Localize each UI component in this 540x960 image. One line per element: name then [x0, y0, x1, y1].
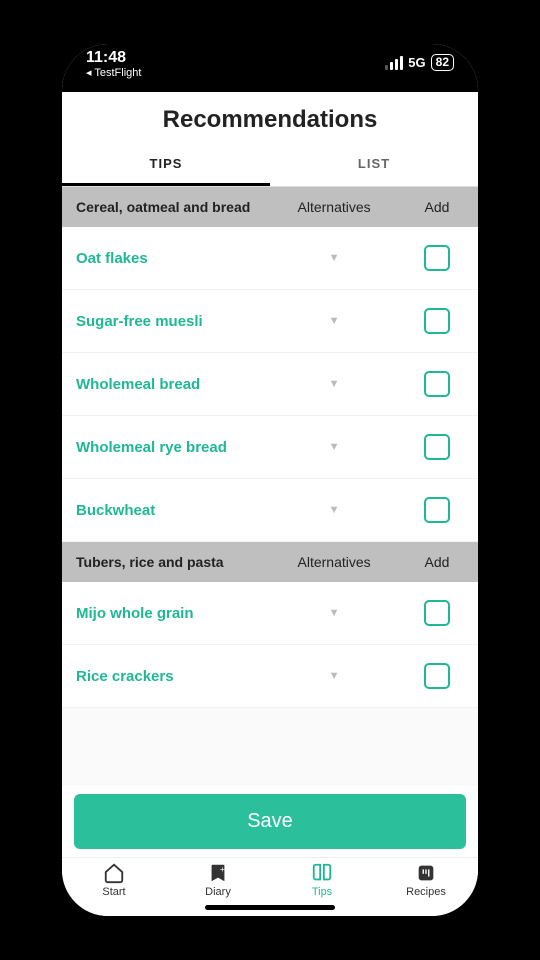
- list-item[interactable]: Sugar-free muesli ▼: [62, 290, 478, 353]
- item-name: Mijo whole grain: [76, 605, 258, 622]
- add-checkbox[interactable]: [424, 600, 450, 626]
- add-checkbox[interactable]: [424, 497, 450, 523]
- chevron-down-icon[interactable]: ▼: [258, 315, 410, 327]
- save-button[interactable]: Save: [74, 794, 466, 849]
- nav-label: Diary: [205, 886, 231, 898]
- chevron-down-icon[interactable]: ▼: [258, 378, 410, 390]
- nav-label: Recipes: [406, 886, 446, 898]
- page-title: Recommendations: [62, 106, 478, 134]
- chevron-down-icon[interactable]: ▼: [258, 504, 410, 516]
- item-name: Oat flakes: [76, 250, 258, 267]
- chevron-down-icon[interactable]: ▼: [258, 670, 410, 682]
- status-back-app[interactable]: ◂ TestFlight: [86, 68, 141, 79]
- add-checkbox[interactable]: [424, 663, 450, 689]
- tab-bar: TIPS LIST: [62, 144, 478, 187]
- col-add: Add: [410, 554, 464, 570]
- status-time: 11:48: [86, 50, 141, 66]
- col-alternatives: Alternatives: [258, 554, 410, 570]
- header: Recommendations: [62, 92, 478, 144]
- battery-label: 82: [431, 54, 454, 71]
- nav-diary[interactable]: + Diary: [166, 862, 270, 898]
- tab-tips[interactable]: TIPS: [62, 144, 270, 186]
- item-name: Sugar-free muesli: [76, 313, 258, 330]
- item-name: Rice crackers: [76, 668, 258, 685]
- list-item[interactable]: Oat flakes ▼: [62, 227, 478, 290]
- list-item[interactable]: Buckwheat ▼: [62, 479, 478, 542]
- signal-icon: [385, 56, 403, 70]
- section-title: Tubers, rice and pasta: [76, 554, 258, 570]
- nav-label: Start: [102, 886, 125, 898]
- content-scroll[interactable]: Cereal, oatmeal and bread Alternatives A…: [62, 187, 478, 786]
- col-add: Add: [410, 199, 464, 215]
- network-label: 5G: [408, 55, 425, 70]
- add-checkbox[interactable]: [424, 371, 450, 397]
- nav-start[interactable]: Start: [62, 862, 166, 898]
- section-title: Cereal, oatmeal and bread: [76, 199, 258, 215]
- add-checkbox[interactable]: [424, 434, 450, 460]
- nav-label: Tips: [312, 886, 332, 898]
- utensils-icon: [414, 862, 438, 884]
- tab-list[interactable]: LIST: [270, 144, 478, 186]
- bookmark-icon: +: [206, 862, 230, 884]
- home-indicator[interactable]: [205, 905, 335, 910]
- chevron-down-icon[interactable]: ▼: [258, 607, 410, 619]
- add-checkbox[interactable]: [424, 308, 450, 334]
- item-name: Wholemeal bread: [76, 376, 258, 393]
- chevron-down-icon[interactable]: ▼: [258, 441, 410, 453]
- list-item[interactable]: Wholemeal bread ▼: [62, 353, 478, 416]
- col-alternatives: Alternatives: [258, 199, 410, 215]
- item-name: Buckwheat: [76, 502, 258, 519]
- svg-text:+: +: [220, 865, 225, 874]
- section-header: Tubers, rice and pasta Alternatives Add: [62, 542, 478, 582]
- nav-recipes[interactable]: Recipes: [374, 862, 478, 898]
- home-icon: [102, 862, 126, 884]
- list-item[interactable]: Rice crackers ▼: [62, 645, 478, 708]
- nav-tips[interactable]: Tips: [270, 862, 374, 898]
- list-item[interactable]: Wholemeal rye bread ▼: [62, 416, 478, 479]
- item-name: Wholemeal rye bread: [76, 439, 258, 456]
- book-icon: [310, 862, 334, 884]
- list-item[interactable]: Mijo whole grain ▼: [62, 582, 478, 645]
- section-header: Cereal, oatmeal and bread Alternatives A…: [62, 187, 478, 227]
- chevron-down-icon[interactable]: ▼: [258, 252, 410, 264]
- add-checkbox[interactable]: [424, 245, 450, 271]
